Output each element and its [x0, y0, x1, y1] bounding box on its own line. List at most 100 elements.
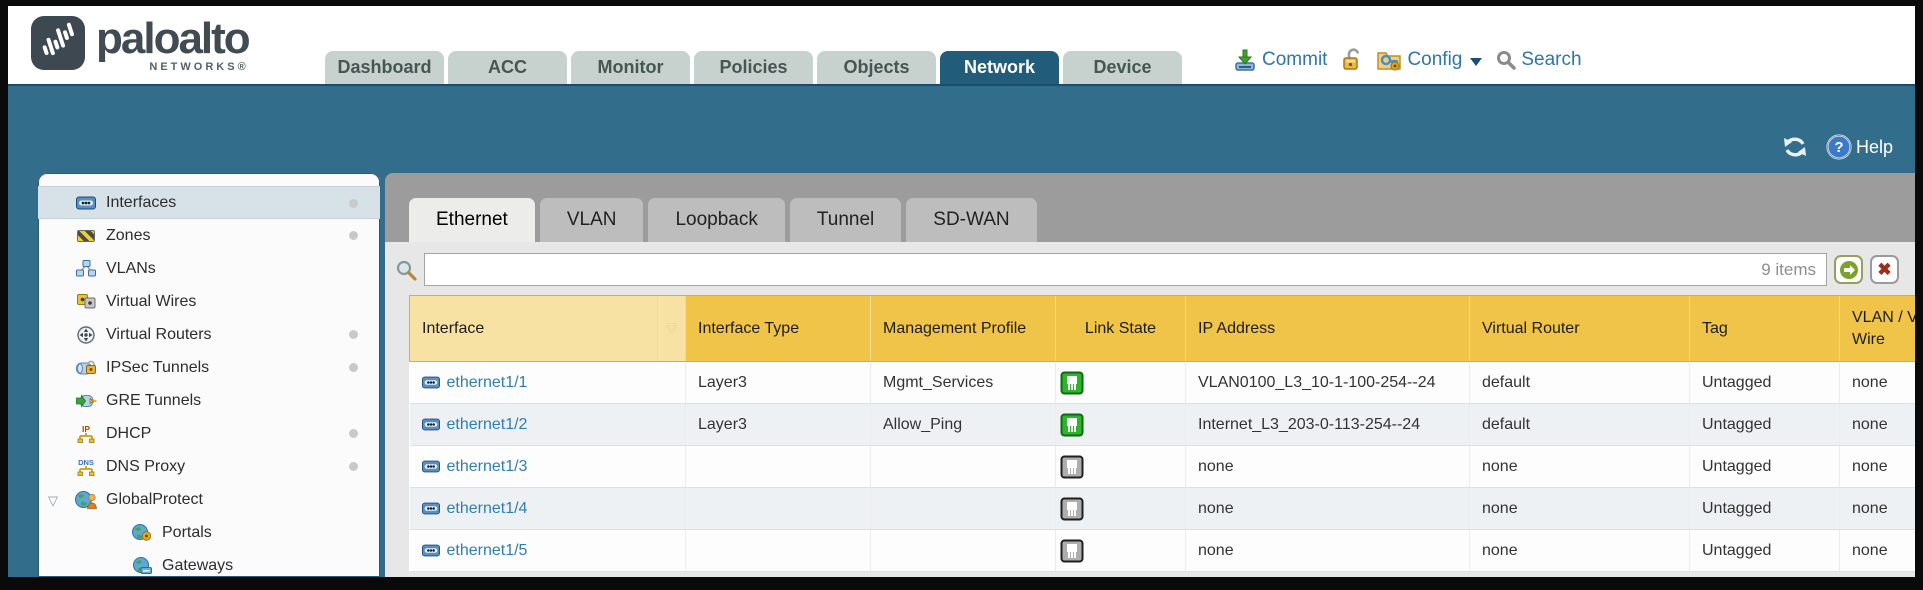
sidebar-item-dhcp[interactable]: IP DHCP [38, 417, 380, 450]
tab-network[interactable]: Network [940, 51, 1059, 84]
clear-filter-button[interactable]: ✖ [1870, 255, 1899, 284]
sidebar-item-label: VLANs [106, 260, 156, 278]
search-label: Search [1521, 49, 1581, 71]
cell-vlan: none [1840, 488, 1916, 530]
cell-management-profile [871, 446, 1056, 488]
virtual-wires-icon [74, 294, 98, 309]
col-management-profile[interactable]: Management Profile [871, 296, 1056, 362]
apply-filter-button[interactable] [1834, 255, 1863, 284]
filter-input[interactable] [425, 254, 1751, 285]
sidebar-item-globalprotect[interactable]: ▽ GlobalProtect [38, 483, 380, 516]
interface-link[interactable]: ethernet1/1 [447, 374, 528, 392]
tab-sdwan[interactable]: SD-WAN [906, 198, 1036, 242]
sidebar-dot [349, 330, 358, 339]
cell-vlan: none [1840, 530, 1916, 572]
refresh-icon[interactable] [1782, 135, 1808, 159]
interface-icon [422, 502, 440, 515]
sort-dropdown[interactable]: ▽ [658, 296, 686, 362]
cell-vlan: none [1840, 446, 1916, 488]
expand-triangle-icon[interactable]: ▽ [48, 493, 58, 509]
globalprotect-icon [74, 490, 98, 509]
cell-interface-type [686, 488, 871, 530]
cell-management-profile [871, 530, 1056, 572]
tab-loopback[interactable]: Loopback [648, 198, 784, 242]
cell-ip-address: none [1186, 488, 1470, 530]
cell-ip-address: Internet_L3_203-0-113-254--24 [1186, 404, 1470, 446]
tab-device[interactable]: Device [1063, 51, 1182, 84]
tab-ethernet[interactable]: Ethernet [409, 198, 535, 242]
logo-brand-text: paloalto [96, 15, 249, 63]
sidebar-item-virtual-wires[interactable]: Virtual Wires [38, 285, 380, 318]
svg-text:DNS: DNS [78, 458, 94, 467]
sidebar-item-vlans[interactable]: VLANs [38, 252, 380, 285]
sidebar-item-label: DHCP [106, 425, 151, 443]
tab-tunnel[interactable]: Tunnel [790, 198, 901, 242]
commit-button[interactable]: Commit [1233, 48, 1327, 72]
sidebar-item-zones[interactable]: Zones [38, 219, 380, 252]
cell-interface-type: Layer3 [686, 404, 871, 446]
commit-label: Commit [1262, 49, 1327, 71]
lock-icon[interactable] [1341, 48, 1362, 72]
table-row: ethernet1/3 none none Untagged none [410, 446, 1916, 488]
col-ip-address[interactable]: IP Address [1186, 296, 1470, 362]
sidebar-item-label: GlobalProtect [106, 491, 203, 509]
col-link-state[interactable]: Link State [1056, 296, 1186, 362]
sidebar-item-label: Portals [162, 524, 212, 542]
sidebar-item-ipsec-tunnels[interactable]: IPSec Tunnels [38, 351, 380, 384]
sidebar-item-gre-tunnels[interactable]: GRE Tunnels [38, 384, 380, 417]
interface-link[interactable]: ethernet1/3 [447, 458, 528, 476]
svg-text:?: ? [1834, 139, 1843, 156]
interface-icon [422, 376, 440, 389]
tab-acc[interactable]: ACC [448, 51, 567, 84]
svg-text:IP: IP [82, 424, 90, 434]
help-button[interactable]: ? Help [1826, 134, 1893, 160]
config-button[interactable]: Config [1376, 48, 1482, 72]
cell-tag: Untagged [1690, 488, 1840, 530]
tab-policies[interactable]: Policies [694, 51, 813, 84]
virtual-routers-icon [74, 326, 98, 344]
cell-virtual-router: none [1470, 446, 1690, 488]
filter-field: 9 items [424, 253, 1827, 286]
link-state-up-icon [1060, 413, 1084, 437]
ethernet-tab-body: 9 items ✖ [385, 242, 1915, 577]
col-interface-type[interactable]: Interface Type [686, 296, 871, 362]
paloalto-logo: paloalto NETWORKS® [30, 15, 249, 73]
interfaces-icon [74, 196, 98, 210]
config-caret-icon [1470, 58, 1482, 66]
main-panel: Ethernet VLAN Loopback Tunnel SD-WAN 9 i… [385, 173, 1915, 577]
tab-monitor[interactable]: Monitor [571, 51, 690, 84]
cell-tag: Untagged [1690, 362, 1840, 404]
interface-type-tabs: Ethernet VLAN Loopback Tunnel SD-WAN [385, 173, 1915, 242]
cell-ip-address: none [1186, 446, 1470, 488]
sidebar-item-virtual-routers[interactable]: Virtual Routers [38, 318, 380, 351]
col-vlan-virtual-wire[interactable]: VLAN / Virtual Wire [1840, 296, 1916, 362]
col-virtual-router[interactable]: Virtual Router [1470, 296, 1690, 362]
sidebar-item-portals[interactable]: Portals [38, 516, 380, 549]
search-button[interactable]: Search [1496, 49, 1581, 71]
cell-virtual-router: none [1470, 530, 1690, 572]
interface-link[interactable]: ethernet1/2 [447, 416, 528, 434]
top-action-bar: Commit Config [1233, 48, 1582, 72]
col-tag[interactable]: Tag [1690, 296, 1840, 362]
sidebar-dot [349, 429, 358, 438]
tab-objects[interactable]: Objects [817, 51, 936, 84]
commit-icon [1233, 48, 1257, 72]
portals-icon [130, 524, 154, 541]
clear-x-icon: ✖ [1877, 260, 1891, 280]
gateways-icon [130, 557, 154, 574]
filter-search-icon[interactable] [395, 259, 417, 281]
link-state-down-icon [1060, 497, 1084, 521]
sidebar-item-interfaces[interactable]: Interfaces [38, 186, 380, 219]
config-label: Config [1407, 49, 1462, 71]
tab-vlan[interactable]: VLAN [540, 198, 644, 242]
cell-vlan: none [1840, 362, 1916, 404]
cell-interface-type: Layer3 [686, 362, 871, 404]
tab-dashboard[interactable]: Dashboard [325, 51, 444, 84]
interface-link[interactable]: ethernet1/4 [447, 500, 528, 518]
sidebar-item-dns-proxy[interactable]: DNS DNS Proxy [38, 450, 380, 483]
interface-link[interactable]: ethernet1/5 [447, 542, 528, 560]
help-icon: ? [1826, 134, 1852, 160]
sidebar-dot [349, 462, 358, 471]
col-interface[interactable]: Interface [410, 296, 658, 362]
sidebar-item-gateways[interactable]: Gateways [38, 549, 380, 577]
